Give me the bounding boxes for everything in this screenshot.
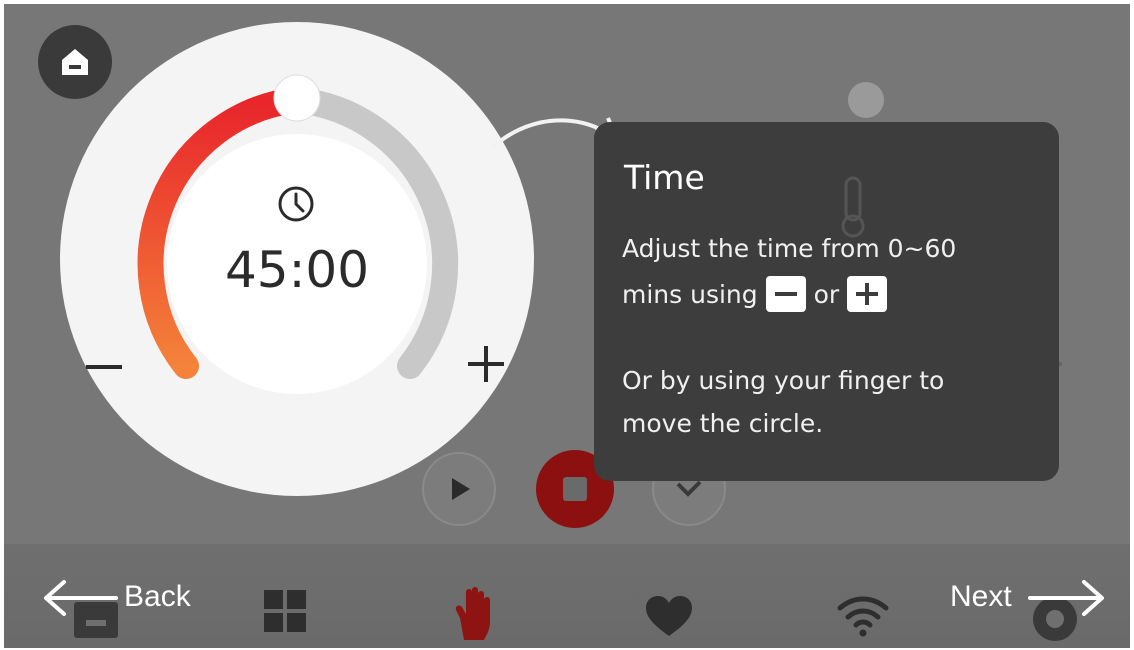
tooltip-title: Time xyxy=(624,158,705,197)
manual-mode-button[interactable] xyxy=(450,584,500,644)
wifi-button[interactable] xyxy=(836,594,890,638)
tooltip-line-2-or: or xyxy=(813,280,840,309)
tooltip-line-4: move the circle. xyxy=(622,409,824,438)
minus-button[interactable] xyxy=(82,345,126,389)
app-screen: 45:00 Time Adjust the time from 0~60 min… xyxy=(4,4,1130,648)
minus-icon xyxy=(86,365,122,369)
plus-icon xyxy=(468,346,504,382)
next-button[interactable]: Next xyxy=(944,568,1114,641)
tooltip-line-2: mins using or xyxy=(622,276,888,314)
dial-knob[interactable] xyxy=(273,74,321,122)
tooltip-line-1: Adjust the time from 0~60 xyxy=(622,234,957,263)
wifi-icon xyxy=(837,596,889,637)
tooltip-line-3: Or by using your finger to xyxy=(622,366,945,395)
thermometer-icon xyxy=(841,176,865,238)
next-label: Next xyxy=(950,580,1012,613)
hand-icon xyxy=(455,587,490,640)
clock-icon xyxy=(276,184,316,224)
heart-icon xyxy=(646,596,692,636)
back-label: Back xyxy=(124,580,191,613)
grid-icon xyxy=(264,590,306,632)
help-tooltip: Time Adjust the time from 0~60 mins usin… xyxy=(594,122,1059,481)
plus-button[interactable] xyxy=(464,342,508,386)
menu-grid-button[interactable] xyxy=(264,590,308,634)
favorites-button[interactable] xyxy=(644,594,694,640)
bottom-nav-bar: Back Next xyxy=(4,544,1130,648)
time-value: 45:00 xyxy=(224,241,370,299)
play-icon xyxy=(452,478,470,500)
plus-key-icon xyxy=(847,276,888,312)
arrow-left-icon xyxy=(44,580,118,616)
tooltip-line-2-start: mins using xyxy=(622,280,758,309)
arrow-right-icon xyxy=(1028,580,1104,616)
play-button[interactable] xyxy=(422,452,496,526)
minus-key-icon xyxy=(765,276,806,312)
back-button[interactable]: Back xyxy=(40,568,210,638)
